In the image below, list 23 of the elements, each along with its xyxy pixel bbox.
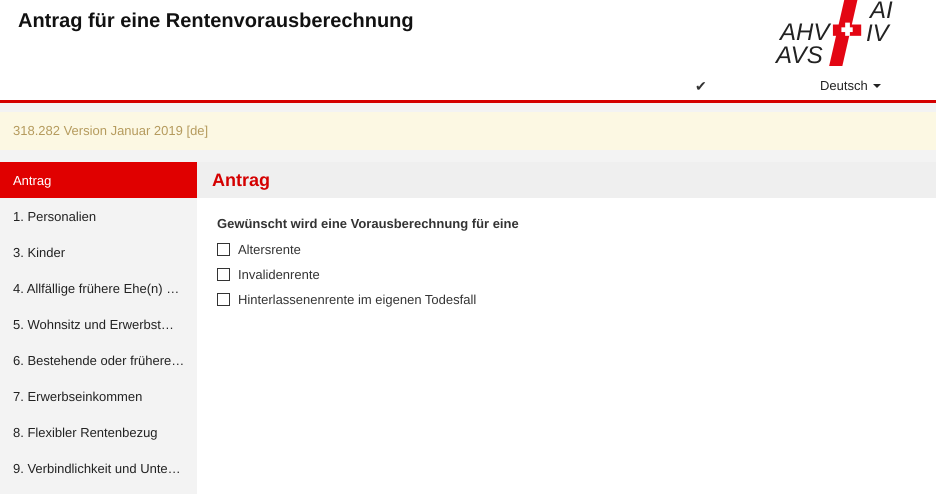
caret-icon <box>872 84 881 88</box>
language-dropdown[interactable]: Deutsch <box>816 76 885 95</box>
sidebar-item[interactable]: 3. Kinder <box>0 234 197 270</box>
sidebar-item[interactable]: 1. Personalien <box>0 198 197 234</box>
section-heading: Antrag <box>197 162 936 198</box>
sidebar-item[interactable]: 4. Allfällige frühere Ehe(n) … <box>0 270 197 306</box>
logo: AHV AVS AI IV <box>776 0 894 68</box>
checkbox-label: Hinterlassenenrente im eigenen Todesfall <box>238 292 476 307</box>
checkbox-label: Altersrente <box>238 242 301 257</box>
checkbox[interactable] <box>217 268 230 281</box>
sidebar-item[interactable]: 5. Wohnsitz und Erwerbst… <box>0 306 197 342</box>
checkbox-label: Invalidenrente <box>238 267 320 282</box>
checkbox[interactable] <box>217 293 230 306</box>
checkbox[interactable] <box>217 243 230 256</box>
sidebar-item[interactable]: 6. Bestehende oder frühere… <box>0 342 197 378</box>
sidebar-item[interactable]: 9. Verbindlichkeit und Unte… <box>0 450 197 486</box>
sidebar-item[interactable]: Antrag <box>0 162 197 198</box>
check-icon[interactable]: ✔ <box>695 78 707 94</box>
sidebar-item[interactable]: 7. Erwerbseinkommen <box>0 378 197 414</box>
question-label: Gewünscht wird eine Vorausberechnung für eine <box>217 216 520 231</box>
version-banner: 318.282 Version Januar 2019 [de] <box>0 112 936 150</box>
sidebar-item[interactable]: 8. Flexibler Rentenbezug <box>0 414 197 450</box>
page-title: Antrag für eine Rentenvorausberechnung <box>18 10 414 33</box>
